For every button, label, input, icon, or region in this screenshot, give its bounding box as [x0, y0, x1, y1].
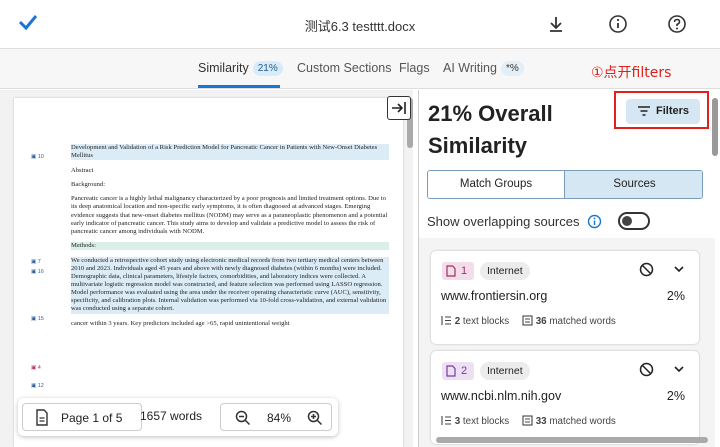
page-label: Page 1 of 5: [61, 411, 123, 425]
source-list-horizontal-scrollbar[interactable]: [436, 437, 708, 443]
document-icon: [446, 265, 456, 277]
source-type-badge: Internet: [480, 362, 530, 380]
top-bar: 测试6.3 testttt.docx: [0, 0, 720, 49]
similarity-badge: 21%: [252, 61, 283, 76]
word-count: 1657 words: [140, 409, 203, 423]
help-icon[interactable]: [666, 13, 688, 35]
matched-words-icon: [522, 415, 533, 426]
similarity-panel: 21% Overall Similarity Filters Match Gro…: [418, 90, 720, 447]
info-icon[interactable]: [607, 13, 629, 35]
chevron-down-icon[interactable]: [673, 364, 685, 374]
source-host[interactable]: www.frontiersin.org: [441, 289, 547, 303]
doc-trailing-text: cancer within 3 years. Key predictors in…: [71, 319, 290, 327]
source-number: 1: [442, 262, 474, 280]
source-type-badge: Internet: [480, 262, 530, 280]
doc-methods-text: We conducted a retrospective cohort stud…: [71, 256, 389, 314]
chevron-down-icon[interactable]: [673, 264, 685, 274]
tab-similarity[interactable]: Similarity 21%: [198, 61, 283, 76]
source-card[interactable]: 2 Internet www.ncbi.nlm.nih.gov 2% 3 tex…: [431, 351, 699, 444]
match-marker[interactable]: ▣ 16: [31, 269, 44, 275]
text-blocks-stat: 2 text blocks: [441, 315, 509, 327]
collapse-panel-button[interactable]: [387, 96, 411, 120]
tab-flags[interactable]: Flags: [399, 61, 430, 75]
document-toolbar: Page 1 of 5 1657 words 84%: [18, 398, 338, 436]
source-percent: 2%: [666, 389, 685, 403]
info-icon[interactable]: [587, 214, 602, 229]
overlap-text: Show overlapping sources: [427, 214, 580, 229]
doc-background-text: Pancreatic cancer is a highly lethal mal…: [71, 195, 388, 235]
filters-highlight-box: [614, 91, 709, 129]
document-icon: [446, 365, 456, 377]
panel-scrollbar[interactable]: [712, 98, 718, 156]
document-icon: [36, 409, 48, 426]
text-blocks-stat: 3 text blocks: [441, 415, 509, 427]
text-blocks-icon: [441, 316, 451, 325]
source-host[interactable]: www.ncbi.nlm.nih.gov: [441, 389, 561, 403]
match-marker[interactable]: ▣ 10: [31, 154, 44, 160]
match-marker[interactable]: ▣ 7: [31, 259, 41, 265]
toggle-knob: [622, 216, 632, 226]
arrow-right-bar-icon: [392, 102, 406, 114]
matched-words-stat: 33 matched words: [522, 415, 616, 427]
doc-background-heading: Background:: [71, 180, 106, 188]
source-card[interactable]: 1 Internet www.frontiersin.org 2% 2 text…: [431, 251, 699, 344]
overall-similarity-heading: 21% Overall Similarity: [428, 101, 553, 158]
doc-methods-heading: Methods:: [71, 242, 389, 251]
document-page: ▣ 10 ▣ 7 ▣ 16 ▣ 15 ▣ 4 ▣ 12 Development …: [14, 98, 403, 447]
zoom-control: 84%: [220, 403, 332, 431]
ai-writing-badge: *%: [500, 61, 524, 76]
match-marker[interactable]: ▣ 4: [31, 365, 41, 371]
source-percent: 2%: [666, 289, 685, 303]
sources-toggle[interactable]: Sources: [565, 171, 702, 198]
download-icon[interactable]: [545, 13, 567, 35]
exclude-icon[interactable]: [639, 262, 654, 277]
tab-ai-writing[interactable]: AI Writing *%: [443, 61, 524, 76]
match-marker[interactable]: ▣ 15: [31, 316, 44, 322]
matched-words-stat: 36 matched words: [522, 315, 616, 327]
source-list: 1 Internet www.frontiersin.org 2% 2 text…: [419, 238, 715, 447]
tab-custom-sections[interactable]: Custom Sections: [297, 61, 391, 75]
annotation-text: ①点开filters: [591, 65, 672, 81]
zoom-in-icon[interactable]: [307, 410, 323, 426]
view-switch: Match Groups Sources: [427, 170, 703, 199]
page-indicator[interactable]: Page 1 of 5: [22, 403, 142, 431]
text-blocks-icon: [441, 416, 451, 425]
match-groups-toggle[interactable]: Match Groups: [428, 171, 565, 198]
overlap-label: Show overlapping sources: [427, 214, 602, 229]
active-tab-indicator: [198, 85, 280, 88]
exclude-icon[interactable]: [639, 362, 654, 377]
zoom-out-icon[interactable]: [235, 410, 251, 426]
matched-words-icon: [522, 315, 533, 326]
match-marker[interactable]: ▣ 12: [31, 383, 44, 389]
doc-title: Development and Validation of a Risk Pre…: [71, 144, 389, 161]
zoom-level: 84%: [267, 411, 292, 425]
document-text: Development and Validation of a Risk Pre…: [71, 144, 389, 334]
document-pane: ▣ 10 ▣ 7 ▣ 16 ▣ 15 ▣ 4 ▣ 12 Development …: [0, 90, 413, 447]
source-number: 2: [442, 362, 474, 380]
overlapping-sources-toggle[interactable]: [618, 212, 650, 230]
doc-abstract-heading: Abstract: [71, 166, 94, 174]
